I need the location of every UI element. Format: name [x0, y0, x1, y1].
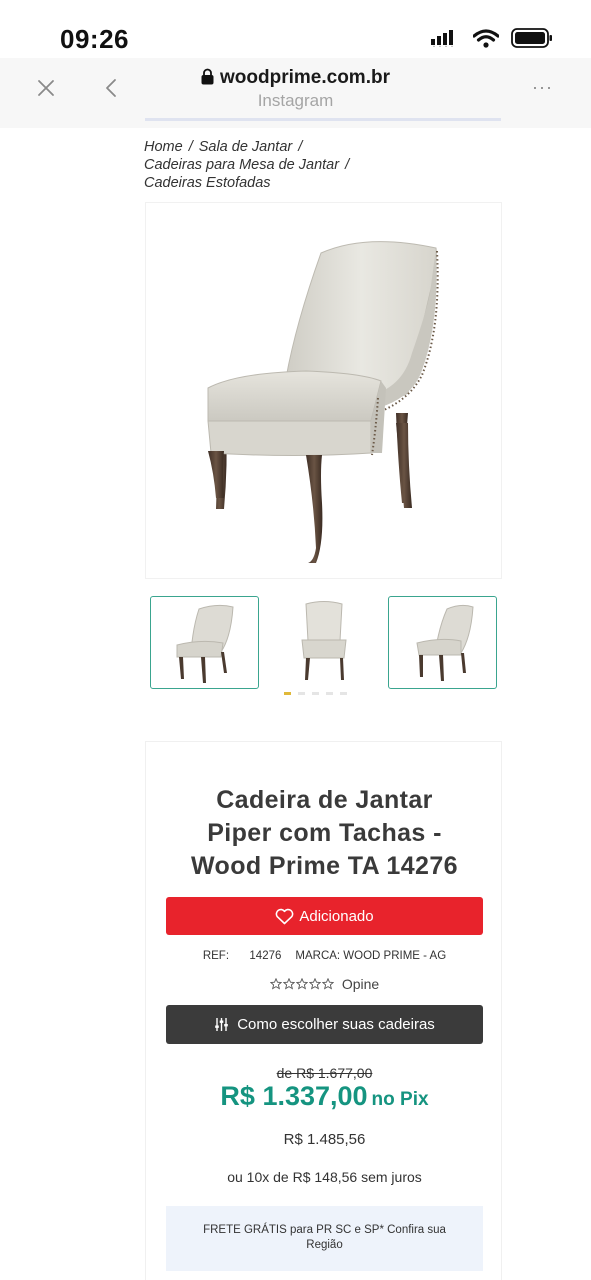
brand-label: MARCA: WOOD PRIME - AG: [295, 950, 447, 962]
thumbnail-1[interactable]: [150, 596, 259, 689]
chair-illustration: [207, 241, 439, 563]
signal-icon: [431, 30, 453, 47]
product-meta: REF: 14276 MARCA: WOOD PRIME - AG: [146, 950, 503, 962]
product-title-line: Cadeira de Jantar: [216, 786, 433, 814]
thumbnail-3[interactable]: [388, 596, 497, 689]
chair-thumbnail-icon: [416, 604, 474, 681]
product-title: Cadeira de Jantar Piper com Tachas - Woo…: [146, 784, 503, 883]
browser-subtitle: Instagram: [257, 91, 334, 110]
star-outline-icon: [295, 978, 308, 990]
product-info-card: Cadeira de Jantar Piper com Tachas - Woo…: [145, 741, 502, 1280]
breadcrumb-cadeiras-estofadas[interactable]: Cadeiras Estofadas: [144, 175, 271, 191]
thumbnail-2[interactable]: [270, 596, 379, 689]
breadcrumb: Home / Sala de Jantar / Cadeiras para Mesa …: [144, 138, 504, 192]
star-outline-icon: [321, 978, 334, 990]
battery-icon: [511, 28, 552, 48]
product-title-line: Piper com Tachas -: [207, 819, 442, 847]
thumbnail-strip: [150, 596, 498, 691]
more-options-icon[interactable]: ···: [532, 77, 553, 98]
page-load-progress: [145, 118, 501, 121]
pagination-dot[interactable]: [312, 692, 319, 695]
star-outline-icon: [269, 978, 282, 990]
gallery-pagination: [284, 692, 347, 695]
sliders-icon: [215, 1018, 229, 1031]
wishlist-added-button[interactable]: Adicionado: [166, 897, 483, 935]
card-price: R$ 1.485,56: [283, 1131, 366, 1148]
pagination-dot[interactable]: [326, 692, 333, 695]
wifi-icon: [473, 28, 499, 48]
how-to-choose-button[interactable]: Como escolher suas cadeiras: [166, 1005, 483, 1044]
add-button-label: Adicionado: [299, 907, 374, 925]
star-outline-icon: [308, 978, 321, 990]
breadcrumb-cadeiras-mesa[interactable]: Cadeiras para Mesa de Jantar: [144, 157, 339, 173]
pagination-dot[interactable]: [298, 692, 305, 695]
breadcrumb-home[interactable]: Home: [144, 139, 183, 155]
product-main-image[interactable]: [145, 202, 502, 579]
shipping-note: FRETE GRÁTIS para PR SC e SP* Confira su…: [166, 1206, 483, 1271]
chair-thumbnail-icon: [301, 601, 347, 680]
installments-text: ou 10x de R$ 148,56 sem juros: [227, 1169, 422, 1185]
lock-icon: [201, 68, 214, 85]
star-rating: [269, 978, 334, 990]
old-price: de R$ 1.677,00: [276, 1065, 373, 1081]
pagination-dot-active[interactable]: [284, 692, 291, 695]
breadcrumb-sala-de-jantar[interactable]: Sala de Jantar: [199, 139, 293, 155]
chair-thumbnail-icon: [176, 604, 234, 683]
rating-label[interactable]: Opine: [342, 976, 379, 992]
pix-price-row: R$ 1.337,00 no Pix: [146, 1081, 503, 1112]
product-title-line: Wood Prime TA 14276: [191, 852, 458, 880]
url-display[interactable]: woodprime.com.br: [0, 67, 591, 89]
pagination-dot[interactable]: [340, 692, 347, 695]
breadcrumb-separator: /: [345, 157, 350, 173]
breadcrumb-separator: /: [298, 139, 303, 155]
how-button-label: Como escolher suas cadeiras: [237, 1016, 435, 1033]
pix-price: R$ 1.337,00: [220, 1081, 368, 1111]
ref-label: REF:: [202, 950, 230, 962]
status-icons: [431, 28, 553, 48]
heart-icon: [276, 908, 294, 924]
status-time: 09:26: [60, 24, 129, 54]
url-text: woodprime.com.br: [220, 67, 390, 88]
ref-value: 14276: [249, 950, 282, 962]
pix-label: no Pix: [371, 1089, 429, 1110]
star-outline-icon: [282, 978, 295, 990]
breadcrumb-separator: /: [188, 139, 193, 155]
rating-row[interactable]: Opine: [146, 976, 503, 992]
